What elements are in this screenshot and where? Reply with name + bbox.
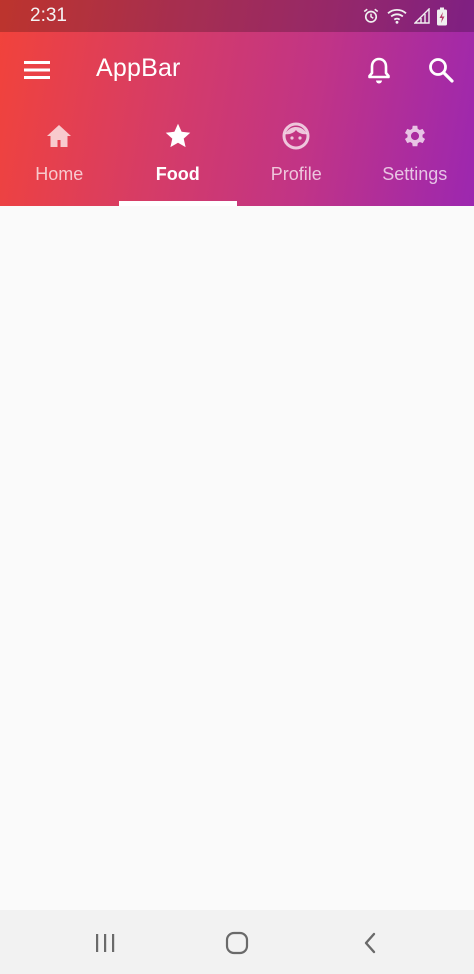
tab-food[interactable]: Food xyxy=(118,106,237,206)
tab-label: Home xyxy=(35,164,84,184)
system-nav-bar xyxy=(0,910,474,974)
status-time: 2:31 xyxy=(30,5,67,26)
tab-profile[interactable]: Profile xyxy=(237,106,356,206)
wifi-icon xyxy=(386,7,408,25)
alarm-icon xyxy=(362,7,380,25)
back-nav-button[interactable] xyxy=(353,926,387,960)
app-screen: 2:31 AppBar Home Food Profile Settings xyxy=(0,0,474,974)
menu-icon xyxy=(24,61,50,79)
app-title: AppBar xyxy=(96,54,181,82)
recent-apps-button[interactable] xyxy=(88,926,122,960)
signal-icon xyxy=(414,8,430,24)
recent-apps-icon xyxy=(96,934,115,952)
face-icon xyxy=(281,121,311,151)
star-icon xyxy=(163,121,193,151)
tab-home[interactable]: Home xyxy=(0,106,119,206)
battery-charging-icon xyxy=(436,7,448,26)
tab-label: Settings xyxy=(382,164,448,184)
tab-content xyxy=(0,206,474,910)
home-icon xyxy=(44,121,74,151)
menu-button[interactable] xyxy=(20,53,54,87)
search-icon xyxy=(429,58,454,83)
notifications-button[interactable] xyxy=(362,53,396,87)
tab-settings[interactable]: Settings xyxy=(356,106,474,206)
bell-icon xyxy=(368,57,390,84)
gear-icon xyxy=(400,121,430,151)
status-bar: 2:31 xyxy=(0,0,474,32)
status-icons xyxy=(362,6,448,26)
back-icon xyxy=(364,932,376,954)
tab-label: Food xyxy=(155,164,200,184)
home-nav-button[interactable] xyxy=(220,926,254,960)
tab-label: Profile xyxy=(270,164,322,184)
search-button[interactable] xyxy=(424,53,458,87)
tab-bar: Home Food Profile Settings xyxy=(0,106,474,206)
toolbar: AppBar xyxy=(0,32,474,106)
app-header: 2:31 AppBar Home Food Profile Settings xyxy=(0,0,474,206)
home-circle-icon xyxy=(225,931,249,955)
